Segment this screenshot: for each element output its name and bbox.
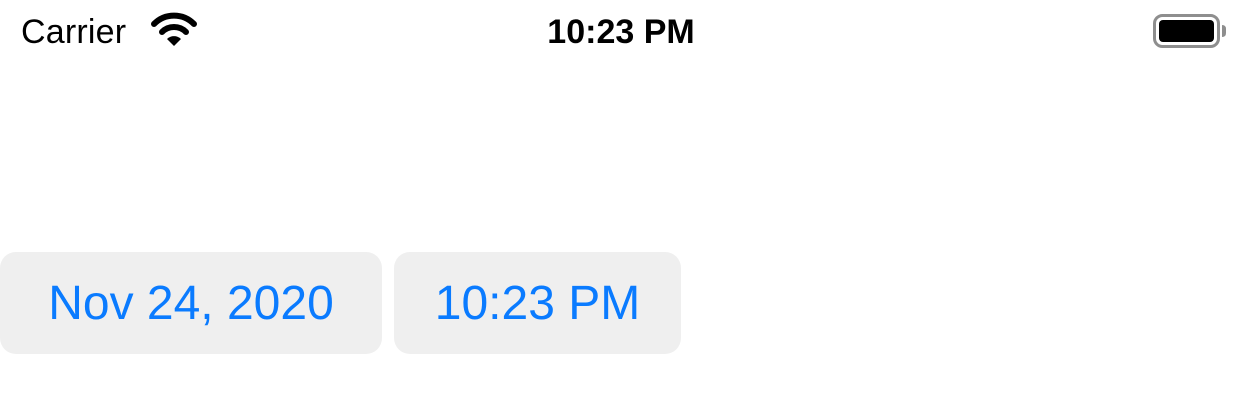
screen: Carrier 10:23 PM Nov 24, 2020 10:23 PM [0, 0, 1242, 400]
time-picker-button[interactable]: 10:23 PM [394, 252, 681, 354]
status-time: 10:23 PM [547, 13, 695, 51]
status-bar: Carrier 10:23 PM [0, 0, 1242, 66]
battery-icon [1153, 14, 1227, 48]
date-picker-button[interactable]: Nov 24, 2020 [0, 252, 382, 354]
